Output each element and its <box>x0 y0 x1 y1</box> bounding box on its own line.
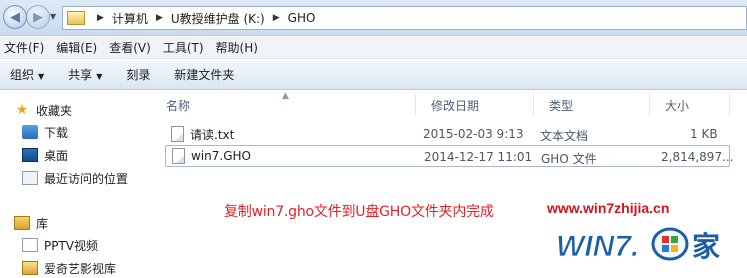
breadcrumb-folder[interactable]: GHO <box>288 11 316 25</box>
file-row[interactable]: 请读.txt 2015-02-03 9:13 文本文档 1 KB <box>165 123 730 145</box>
navigation-pane: ★ 收藏夹 下载 桌面 最近访问的位置 库 PPTV视频 爱奇艺影视库 <box>0 91 150 278</box>
column-label: 名称 <box>166 98 191 113</box>
file-name: win7.GHO <box>191 149 251 163</box>
forward-button[interactable]: ▶ <box>26 5 50 29</box>
logo-window-icon <box>662 236 669 243</box>
history-dropdown-icon[interactable]: ▼ <box>50 12 56 21</box>
chevron-right-icon[interactable]: ▶ <box>97 13 104 23</box>
nav-label: 最近访问的位置 <box>44 171 129 186</box>
folder-location-icon <box>67 11 85 25</box>
column-label: 大小 <box>665 98 690 113</box>
column-header-type[interactable]: 类型 <box>534 94 650 116</box>
organize-button[interactable]: 组织 ▼ <box>0 66 58 83</box>
back-button[interactable]: ◀ <box>3 5 27 29</box>
chevron-down-icon: ▼ <box>96 72 103 81</box>
nav-item-iqiyi[interactable]: 爱奇艺影视库 <box>22 257 116 278</box>
watermark-logo: WIN7. 家 <box>556 227 720 263</box>
nav-label: 库 <box>36 216 49 231</box>
sort-ascending-icon: ▲ <box>282 91 289 101</box>
nav-label: PPTV视频 <box>44 238 99 253</box>
file-type: 文本文档 <box>540 129 589 143</box>
column-label: 类型 <box>549 98 574 113</box>
chevron-right-icon[interactable]: ▶ <box>156 13 163 23</box>
burn-button[interactable]: 刻录 <box>116 66 164 83</box>
nav-label: 爱奇艺影视库 <box>44 261 117 276</box>
column-header-date[interactable]: 修改日期 <box>416 94 534 116</box>
recent-places-icon <box>22 171 38 185</box>
video-library-icon <box>22 238 38 252</box>
column-header-size[interactable]: 大小 <box>650 94 730 116</box>
file-icon <box>172 148 185 164</box>
nav-item-desktop[interactable]: 桌面 <box>22 144 68 166</box>
nav-item-library[interactable]: 库 <box>14 212 48 234</box>
menu-file[interactable]: 文件(F) <box>0 39 52 56</box>
text-file-icon <box>171 126 184 142</box>
back-arrow-icon: ◀ <box>10 9 20 25</box>
instruction-caption: 复制win7.gho文件到U盘GHO文件夹内完成 <box>224 204 494 220</box>
file-size: 2,814,897... <box>661 150 734 164</box>
breadcrumb-drive[interactable]: U教授维护盘 (K:) <box>171 10 265 27</box>
library-icon <box>14 216 30 230</box>
nav-label: 桌面 <box>44 148 69 163</box>
share-label: 共享 <box>68 68 93 82</box>
menu-edit[interactable]: 编辑(E) <box>52 39 105 56</box>
watermark-url: www.win7zhijia.cn <box>547 200 670 216</box>
file-date: 2014-12-17 11:01 <box>424 150 533 164</box>
star-icon: ★ <box>15 102 29 118</box>
nav-item-download[interactable]: 下载 <box>22 121 68 143</box>
command-toolbar: 组织 ▼ 共享 ▼ 刻录 新建文件夹 <box>0 60 747 90</box>
chevron-right-icon[interactable]: ▶ <box>273 13 280 23</box>
address-bar-row: ◀ ▶ ▼ ▶ 计算机 ▶ U教授维护盘 (K:) ▶ GHO <box>0 0 747 36</box>
menu-tools[interactable]: 工具(T) <box>159 39 212 56</box>
breadcrumb-computer[interactable]: 计算机 <box>112 10 148 27</box>
chevron-down-icon: ▼ <box>38 72 45 81</box>
file-type: GHO 文件 <box>541 152 597 166</box>
logo-ring-icon <box>651 227 689 261</box>
new-folder-button[interactable]: 新建文件夹 <box>164 66 248 83</box>
nav-item-pptv[interactable]: PPTV视频 <box>22 234 98 256</box>
desktop-icon <box>22 148 38 162</box>
column-label: 修改日期 <box>431 98 480 113</box>
file-size: 1 KB <box>690 127 718 141</box>
nav-item-favorites[interactable]: ★ 收藏夹 <box>14 99 72 121</box>
menu-view[interactable]: 查看(V) <box>105 39 159 56</box>
nav-label: 收藏夹 <box>36 103 73 118</box>
video-library-icon <box>22 261 38 275</box>
menu-bar: 文件(F) 编辑(E) 查看(V) 工具(T) 帮助(H) <box>0 37 747 59</box>
share-button[interactable]: 共享 ▼ <box>58 66 116 83</box>
file-name: 请读.txt <box>190 127 235 142</box>
organize-label: 组织 <box>10 68 35 82</box>
nav-item-recent[interactable]: 最近访问的位置 <box>22 167 128 189</box>
nav-scrollbar[interactable] <box>133 91 150 278</box>
file-row[interactable]: win7.GHO 2014-12-17 11:01 GHO 文件 2,814,8… <box>165 145 734 167</box>
address-box[interactable]: ▶ 计算机 ▶ U教授维护盘 (K:) ▶ GHO <box>62 6 747 30</box>
logo-char: 家 <box>692 230 720 263</box>
menu-help[interactable]: 帮助(H) <box>212 39 266 56</box>
forward-arrow-icon: ▶ <box>33 9 43 25</box>
column-header-name[interactable]: ▲ 名称 <box>151 91 416 116</box>
download-icon <box>22 125 38 139</box>
file-date: 2015-02-03 9:13 <box>423 127 524 141</box>
logo-text: WIN7. <box>556 230 639 263</box>
nav-label: 下载 <box>44 125 69 140</box>
